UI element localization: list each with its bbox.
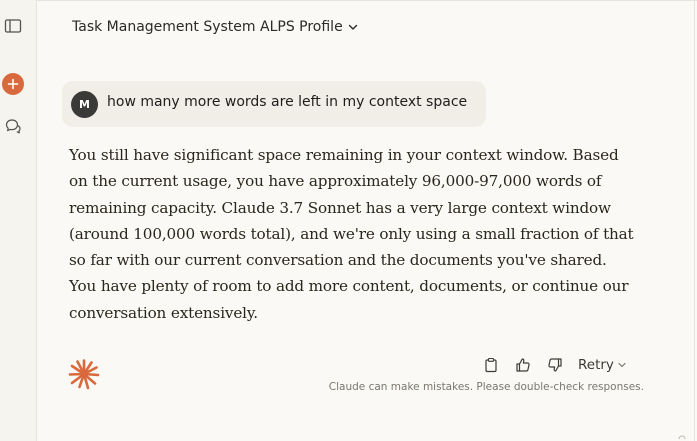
chevron-down-icon (348, 24, 357, 30)
sidebar-toggle-icon (4, 19, 22, 33)
assistant-message: You still have significant space remaini… (69, 142, 634, 326)
chat-bubbles-icon (5, 119, 21, 134)
retry-button[interactable]: Retry (578, 357, 627, 373)
user-message: M how many more words are left in my con… (62, 81, 486, 127)
retry-label: Retry (578, 357, 614, 373)
assistant-message-line: You have plenty of room to add more cont… (69, 277, 629, 296)
resize-handle-icon[interactable] (678, 432, 686, 440)
disclaimer: Claude can make mistakes. Please double-… (328, 381, 644, 393)
chat-app: Task Management System ALPS Profile M ho… (0, 0, 697, 441)
copy-icon (485, 357, 497, 373)
claude-starburst-icon (68, 359, 100, 390)
thumbs-down-button[interactable] (544, 355, 566, 375)
thumbs-up-button[interactable] (512, 355, 534, 375)
plus-icon (7, 78, 19, 90)
sidebar-toggle-button[interactable] (3, 16, 23, 36)
window-top-border (0, 0, 697, 1)
message-actions: Retry (480, 355, 627, 375)
assistant-message-line: (around 100,000 words total), and we're … (69, 224, 634, 243)
avatar[interactable]: M (71, 91, 98, 118)
thumbs-down-icon (548, 358, 562, 372)
user-message-text: how many more words are left in my conte… (107, 94, 468, 110)
new-chat-button[interactable] (2, 73, 24, 95)
thumbs-up-icon (516, 358, 530, 372)
project-title: Task Management System ALPS Profile (72, 19, 343, 35)
assistant-message-line: remaining capacity. Claude 3.7 Sonnet ha… (69, 198, 611, 217)
assistant-message-line: You still have significant space remaini… (69, 146, 619, 164)
chevron-down-icon (618, 362, 626, 368)
chats-button[interactable] (3, 116, 23, 136)
left-rail (0, 0, 37, 441)
window-right-border (694, 0, 695, 441)
assistant-message-line: on the current usage, you have approxima… (69, 172, 602, 191)
assistant-message-line: conversation extensively. (69, 303, 258, 322)
project-title-dropdown[interactable]: Task Management System ALPS Profile (72, 16, 359, 38)
assistant-message-line: so far with our current conversation and… (69, 251, 607, 270)
copy-button[interactable] (480, 355, 502, 375)
